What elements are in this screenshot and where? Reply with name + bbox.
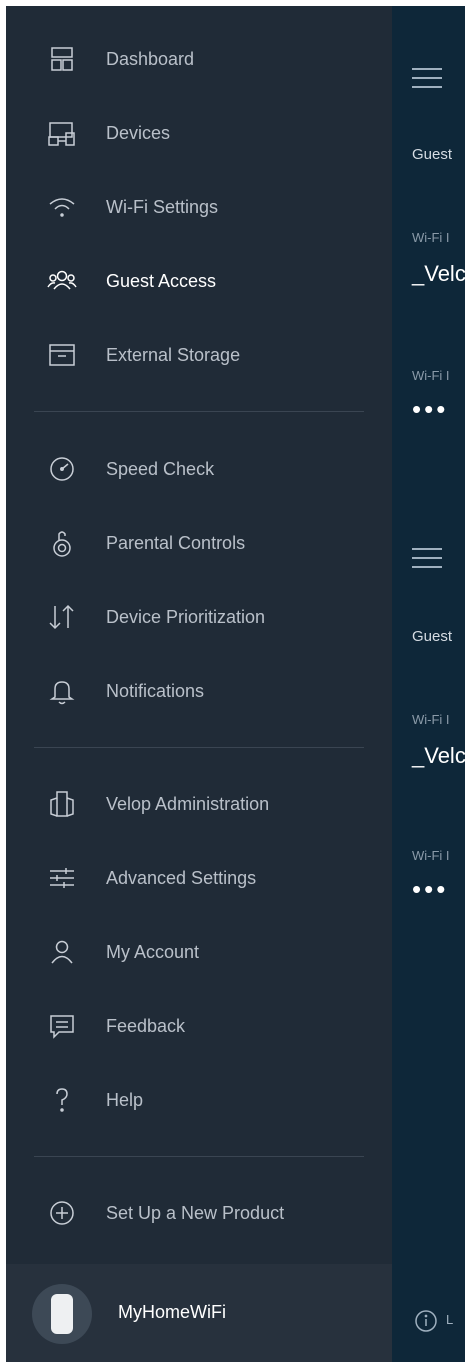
main-content-panel: Guest Wi-Fi I _Velc Wi-Fi I ••• Guest Wi…: [392, 6, 465, 1362]
wifi-name-value[interactable]: _Velc: [412, 261, 465, 287]
app-frame: Guest Wi-Fi I _Velc Wi-Fi I ••• Guest Wi…: [6, 6, 465, 1362]
sidebar-item-device-prioritization[interactable]: Device Prioritization: [6, 587, 392, 647]
sidebar-item-label: Dashboard: [106, 48, 195, 69]
guest-section-label: Guest: [412, 146, 453, 163]
sidebar-item-label: Device Prioritization: [106, 606, 266, 627]
sidebar-item-label: Guest Access: [106, 270, 217, 291]
sidebar-item-external-storage[interactable]: External Storage: [6, 325, 392, 385]
wifi-password-label: Wi-Fi I: [412, 368, 450, 383]
hamburger-menu-icon[interactable]: [412, 548, 442, 568]
divider: [34, 1156, 364, 1157]
wifi-password-label: Wi-Fi I: [412, 848, 450, 863]
guest-section-label: Guest: [412, 628, 453, 645]
bell-icon: [44, 673, 80, 709]
sidebar-item-label: External Storage: [106, 344, 241, 365]
wifi-name-label: Wi-Fi I: [412, 712, 450, 727]
sidebar-item-parental-controls[interactable]: Parental Controls: [6, 513, 392, 573]
sidebar-item-devices[interactable]: Devices: [6, 103, 392, 163]
chat-icon: [44, 1008, 80, 1044]
dashboard-icon: [44, 41, 80, 77]
wifi-password-value[interactable]: •••: [412, 394, 448, 425]
sidebar-item-label: Speed Check: [106, 458, 215, 479]
sidebar-item-feedback[interactable]: Feedback: [6, 996, 392, 1056]
sidebar-item-label: Help: [106, 1089, 144, 1110]
sidebar-item-velop-administration[interactable]: Velop Administration: [6, 774, 392, 834]
sidebar-item-speed-check[interactable]: Speed Check: [6, 439, 392, 499]
sidebar-nav: Dashboard Devices Wi-Fi Settings Guest A…: [6, 6, 392, 1362]
sidebar-item-my-account[interactable]: My Account: [6, 922, 392, 982]
sidebar-item-label: Devices: [106, 122, 171, 143]
info-text: L: [446, 1312, 454, 1327]
plus-circle-icon: [44, 1195, 80, 1231]
devices-icon: [44, 115, 80, 151]
network-footer[interactable]: MyHomeWiFi: [6, 1264, 392, 1362]
divider: [34, 411, 364, 412]
sidebar-item-dashboard[interactable]: Dashboard: [6, 29, 392, 89]
wifi-icon: [44, 189, 80, 225]
question-icon: [44, 1082, 80, 1118]
velop-node-icon: [51, 1294, 73, 1334]
sidebar-item-wifi-settings[interactable]: Wi-Fi Settings: [6, 177, 392, 237]
sidebar-item-guest-access[interactable]: Guest Access: [6, 251, 392, 311]
hamburger-menu-icon[interactable]: [412, 68, 442, 88]
prioritization-arrows-icon: [44, 599, 80, 635]
sidebar-item-label: Feedback: [106, 1015, 186, 1036]
sidebar-item-label: Velop Administration: [106, 793, 270, 814]
sidebar-item-help[interactable]: Help: [6, 1070, 392, 1130]
sidebar-item-notifications[interactable]: Notifications: [6, 661, 392, 721]
sidebar-item-label: My Account: [106, 941, 200, 962]
wifi-name-value[interactable]: _Velc: [412, 743, 465, 769]
info-icon[interactable]: [414, 1309, 438, 1333]
network-name: MyHomeWiFi: [118, 1302, 226, 1322]
sidebar-item-label: Parental Controls: [106, 532, 246, 553]
sidebar-item-label: Wi-Fi Settings: [106, 196, 219, 217]
guest-access-icon: [44, 263, 80, 299]
parental-controls-icon: [44, 525, 80, 561]
sidebar-item-set-up-new-product[interactable]: Set Up a New Product: [6, 1183, 392, 1243]
storage-icon: [44, 337, 80, 373]
velop-node-avatar: [32, 1284, 92, 1344]
sidebar-item-label: Advanced Settings: [106, 867, 257, 888]
divider: [34, 747, 364, 748]
sidebar-item-label: Set Up a New Product: [106, 1202, 285, 1223]
velop-admin-icon: [44, 786, 80, 822]
wifi-password-value[interactable]: •••: [412, 874, 448, 905]
wifi-name-label: Wi-Fi I: [412, 230, 450, 245]
person-icon: [44, 934, 80, 970]
speedometer-icon: [44, 451, 80, 487]
sidebar-item-label: Notifications: [106, 680, 205, 701]
sidebar-item-advanced-settings[interactable]: Advanced Settings: [6, 848, 392, 908]
sliders-icon: [44, 860, 80, 896]
